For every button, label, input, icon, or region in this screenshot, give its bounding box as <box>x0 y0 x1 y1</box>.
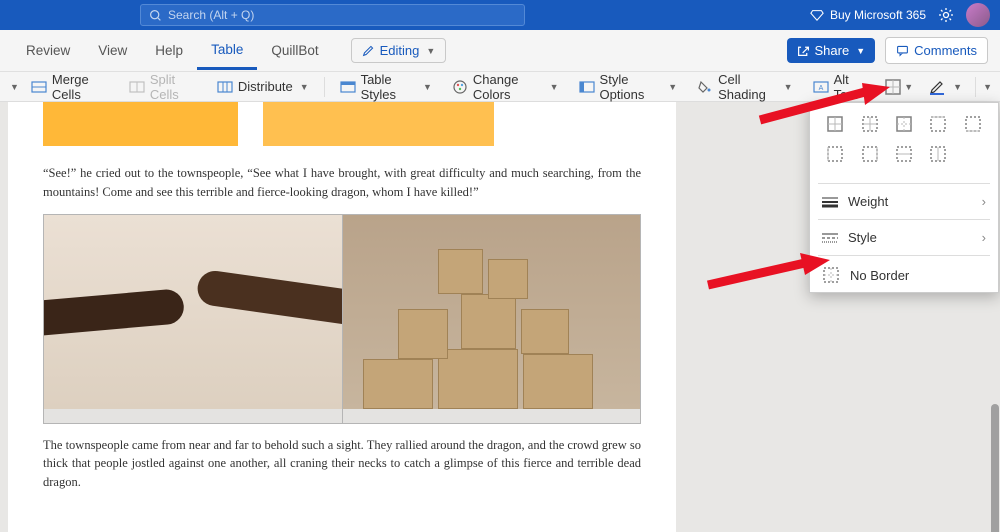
table-styles-icon <box>340 79 356 95</box>
comments-button[interactable]: Comments <box>885 37 988 64</box>
distribute-icon <box>217 79 233 95</box>
chevron-down-icon: ▼ <box>904 82 913 92</box>
annotation-arrow <box>750 80 900 130</box>
share-button[interactable]: Share ▼ <box>787 38 876 63</box>
border-top-icon[interactable] <box>927 113 949 135</box>
tab-review[interactable]: Review <box>12 33 84 68</box>
merge-cells-button[interactable]: Merge Cells <box>23 69 117 105</box>
chevron-right-icon: › <box>982 230 986 245</box>
border-bottom-icon[interactable] <box>962 113 984 135</box>
annotation-arrow <box>700 245 840 295</box>
table-cell[interactable] <box>343 215 641 423</box>
border-inside-h-icon[interactable] <box>893 143 915 165</box>
chevron-down-icon: ▼ <box>423 82 432 92</box>
paragraph[interactable]: The townspeople came from near and far t… <box>43 436 641 492</box>
separator <box>975 77 976 97</box>
chevron-down-icon[interactable]: ▼ <box>983 82 992 92</box>
ribbon-tabs: Review View Help Table QuillBot Editing … <box>0 30 1000 72</box>
diamond-icon <box>810 8 824 22</box>
split-cells-button: Split Cells <box>121 69 205 105</box>
style-icon <box>822 232 838 244</box>
distribute-button[interactable]: Distribute ▼ <box>209 76 317 98</box>
share-icon <box>797 44 810 57</box>
split-cells-icon <box>129 79 145 95</box>
avatar[interactable] <box>966 3 990 27</box>
style-options-button[interactable]: Style Options ▼ <box>571 69 686 105</box>
merge-cells-icon <box>31 79 47 95</box>
editing-mode-button[interactable]: Editing ▼ <box>351 38 447 63</box>
style-options-icon <box>579 79 595 95</box>
scrollbar-thumb[interactable] <box>991 404 999 532</box>
border-left-icon[interactable] <box>824 143 846 165</box>
border-right-icon[interactable] <box>859 143 881 165</box>
paragraph[interactable]: “See!” he cried out to the townspeople, … <box>43 164 641 202</box>
weight-icon <box>822 196 838 208</box>
chevron-down-icon: ▼ <box>550 82 559 92</box>
pencil-icon <box>362 44 375 57</box>
settings-button[interactable] <box>938 7 954 23</box>
chevron-down-icon: ▼ <box>426 46 435 56</box>
separator <box>818 255 990 256</box>
table-row <box>43 102 641 146</box>
change-colors-button[interactable]: Change Colors ▼ <box>444 69 567 105</box>
separator <box>818 219 990 220</box>
table-cell[interactable] <box>43 102 238 146</box>
gear-icon <box>938 7 954 23</box>
separator <box>324 77 325 97</box>
chevron-down-icon: ▼ <box>300 82 309 92</box>
chevron-down-icon: ▼ <box>856 46 865 56</box>
chevron-right-icon: › <box>982 194 986 209</box>
tab-table[interactable]: Table <box>197 32 257 70</box>
table-cell[interactable] <box>263 102 494 146</box>
hands-image <box>44 215 342 423</box>
comment-icon <box>896 44 909 57</box>
bucket-icon <box>697 79 713 95</box>
table-cell[interactable] <box>44 215 343 423</box>
border-option-icon <box>962 143 984 165</box>
border-inside-v-icon[interactable] <box>927 143 949 165</box>
title-bar: Search (Alt + Q) Buy Microsoft 365 <box>0 0 1000 30</box>
table-row <box>43 214 641 424</box>
document-page[interactable]: “See!” he cried out to the townspeople, … <box>8 102 676 532</box>
chevron-down-icon: ▼ <box>953 82 962 92</box>
chevron-down-icon[interactable]: ▼ <box>10 82 19 92</box>
tab-view[interactable]: View <box>84 33 141 68</box>
table-styles-button[interactable]: Table Styles ▼ <box>332 69 440 105</box>
weight-menu-item[interactable]: Weight › <box>810 186 998 217</box>
search-icon <box>149 9 162 22</box>
search-input[interactable]: Search (Alt + Q) <box>140 4 525 26</box>
pen-border-icon <box>928 78 946 96</box>
palette-icon <box>452 79 468 95</box>
separator <box>818 183 990 184</box>
chevron-down-icon: ▼ <box>668 82 677 92</box>
tab-quillbot[interactable]: QuillBot <box>257 33 332 68</box>
draw-table-button[interactable]: ▼ <box>920 75 970 99</box>
tab-help[interactable]: Help <box>141 33 197 68</box>
search-placeholder: Search (Alt + Q) <box>168 8 254 22</box>
boxes-image <box>343 215 641 423</box>
buy-microsoft-button[interactable]: Buy Microsoft 365 <box>810 8 926 22</box>
